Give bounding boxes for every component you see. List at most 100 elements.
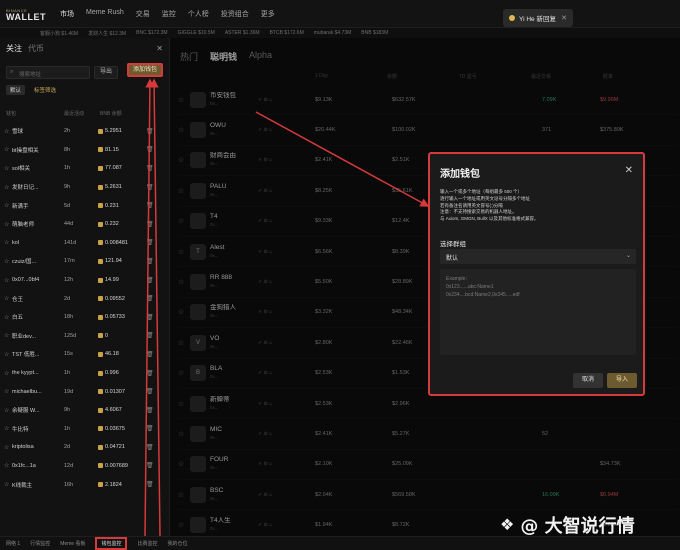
ticker-item[interactable]: mubarak $4.73M bbox=[314, 30, 352, 36]
list-item[interactable]: ☆ 仓王 2d 0.09552 🗑 bbox=[4, 289, 166, 308]
col-wallet[interactable]: 钱包 bbox=[6, 110, 64, 117]
add-wallet-button[interactable]: 添加钱包 bbox=[127, 63, 163, 77]
list-item[interactable]: ☆ 白五 18h 0.05733 🗑 bbox=[4, 308, 166, 327]
star-icon[interactable]: ☆ bbox=[4, 258, 12, 265]
ticker-item[interactable]: 客服小狗 $1.46M bbox=[40, 30, 78, 37]
notification-pill[interactable]: Yi He 新回复 ✕ bbox=[503, 9, 573, 27]
col-last-active[interactable]: 最近活动 bbox=[64, 110, 100, 117]
trash-icon[interactable]: 🗑 bbox=[146, 314, 154, 321]
nav-rank[interactable]: 个人榜 bbox=[188, 9, 209, 19]
bottom-network[interactable]: 网络 1 bbox=[6, 540, 20, 547]
list-item[interactable]: ☆ 新满手 5d 0.231 🗑 bbox=[4, 196, 166, 215]
list-item[interactable]: ☆ kol 141d 0.008481 🗑 bbox=[4, 234, 166, 253]
star-icon[interactable]: ☆ bbox=[4, 221, 12, 228]
star-icon[interactable]: ☆ bbox=[4, 351, 12, 358]
list-item[interactable]: ☆ TST 低胜... 15s 46.18 🗑 bbox=[4, 345, 166, 364]
star-icon[interactable]: ☆ bbox=[4, 295, 12, 302]
ticker-item[interactable]: ASTER $1.36M bbox=[225, 30, 260, 36]
star-icon[interactable]: ☆ bbox=[4, 202, 12, 209]
export-button[interactable]: 导出 bbox=[94, 66, 118, 79]
trash-icon[interactable]: 🗑 bbox=[146, 444, 154, 451]
trash-icon[interactable]: 🗑 bbox=[146, 332, 154, 339]
star-icon[interactable]: ☆ bbox=[4, 146, 12, 153]
list-item[interactable]: ☆ bt操盘相关 8h 81.15 🗑 bbox=[4, 141, 166, 160]
nav-monitor[interactable]: 监控 bbox=[162, 9, 176, 19]
star-icon[interactable]: ☆ bbox=[4, 444, 12, 451]
star-icon[interactable]: ☆ bbox=[4, 314, 12, 321]
trash-icon[interactable]: 🗑 bbox=[146, 128, 154, 135]
star-icon[interactable]: ☆ bbox=[4, 407, 12, 414]
star-icon[interactable]: ☆ bbox=[4, 388, 12, 395]
star-icon[interactable]: ☆ bbox=[4, 277, 12, 284]
ticker-item[interactable]: 发财人生 $12.3M bbox=[88, 30, 126, 37]
close-icon[interactable]: ✕ bbox=[625, 165, 633, 176]
tab-coin[interactable]: 代币 bbox=[28, 43, 44, 54]
bottom-my-positions[interactable]: 我的仓位 bbox=[168, 540, 188, 547]
list-item[interactable]: ☆ czuiz/国... 17m 121.94 🗑 bbox=[4, 252, 166, 271]
binance-wallet-logo[interactable]: BINANCE WALLET bbox=[6, 7, 54, 22]
trash-icon[interactable]: 🗑 bbox=[146, 221, 154, 228]
trash-icon[interactable]: 🗑 bbox=[146, 165, 154, 172]
trash-icon[interactable]: 🗑 bbox=[146, 351, 154, 358]
star-icon[interactable]: ☆ bbox=[4, 425, 12, 432]
list-item[interactable]: ☆ kriptolisa 2d 0.04721 🗑 bbox=[4, 438, 166, 457]
star-icon[interactable]: ☆ bbox=[4, 481, 12, 488]
import-button[interactable]: 导入 bbox=[607, 373, 637, 388]
trash-icon[interactable]: 🗑 bbox=[146, 425, 154, 432]
nav-trade[interactable]: 交易 bbox=[136, 9, 150, 19]
cancel-button[interactable]: 取消 bbox=[573, 373, 603, 388]
bottom-wallet-monitor[interactable]: 钱包监控 bbox=[95, 537, 128, 550]
trash-icon[interactable]: 🗑 bbox=[146, 407, 154, 414]
trash-icon[interactable]: 🗑 bbox=[146, 370, 154, 377]
tab-follow[interactable]: 关注 bbox=[6, 43, 22, 54]
list-item[interactable]: ☆ 0x1fc...1a 12d 0.007689 🗑 bbox=[4, 457, 166, 476]
list-item[interactable]: ☆ 职业dev... 125d 0 🗑 bbox=[4, 327, 166, 346]
col-bnb-balance[interactable]: BNB 余额 bbox=[100, 110, 140, 117]
ticker-item[interactable]: BNB $183M bbox=[361, 30, 388, 36]
list-item[interactable]: ☆ 发财日记... 9h 5.2631 🗑 bbox=[4, 178, 166, 197]
star-icon[interactable]: ☆ bbox=[4, 128, 12, 135]
trash-icon[interactable]: 🗑 bbox=[146, 462, 154, 469]
trash-icon[interactable]: 🗑 bbox=[146, 277, 154, 284]
list-item[interactable]: ☆ 余疑服 W... 9h 4.6067 🗑 bbox=[4, 401, 166, 420]
star-icon[interactable]: ☆ bbox=[4, 184, 12, 191]
star-icon[interactable]: ☆ bbox=[4, 462, 12, 469]
group-select[interactable]: 默认 ⌄ bbox=[440, 249, 636, 264]
trash-icon[interactable]: 🗑 bbox=[146, 388, 154, 395]
list-item[interactable]: ☆ sol相关 1h 77.087 🗑 bbox=[4, 159, 166, 178]
trash-icon[interactable]: 🗑 bbox=[146, 184, 154, 191]
nav-portfolio[interactable]: 投资组合 bbox=[221, 9, 249, 19]
trash-icon[interactable]: 🗑 bbox=[146, 202, 154, 209]
trash-icon[interactable]: 🗑 bbox=[146, 295, 154, 302]
filter-tags[interactable]: 标签筛选 bbox=[30, 85, 60, 95]
list-item[interactable]: ☆ 萌脑老师 44d 0.232 🗑 bbox=[4, 215, 166, 234]
star-icon[interactable]: ☆ bbox=[4, 165, 12, 172]
list-item[interactable]: ☆ 牛比特 1h 0.03675 🗑 bbox=[4, 420, 166, 439]
list-item[interactable]: ☆ 0x07...0bf4 12h 14.99 🗑 bbox=[4, 271, 166, 290]
filter-default[interactable]: 默认 bbox=[6, 85, 26, 95]
bottom-market-monitor[interactable]: 行情监控 bbox=[30, 540, 50, 547]
trash-icon[interactable]: 🗑 bbox=[146, 239, 154, 246]
ticker-item[interactable]: BNC $172.3M bbox=[136, 30, 167, 36]
nav-meme-rush[interactable]: Meme Rush bbox=[86, 9, 124, 19]
ticker-item[interactable]: BTCB $172.6M bbox=[270, 30, 304, 36]
list-item[interactable]: ☆ 雪球 2h 5.2951 🗑 bbox=[4, 122, 166, 141]
list-item[interactable]: ☆ K线裁主 16h 2.1824 🗑 bbox=[4, 475, 166, 494]
nav-more[interactable]: 更多 bbox=[261, 9, 275, 19]
list-item[interactable]: ☆ michaelbu... 19d 0.01307 🗑 bbox=[4, 382, 166, 401]
list-item[interactable]: ☆ the kyypt... 1h 0.996 🗑 bbox=[4, 364, 166, 383]
trash-icon[interactable]: 🗑 bbox=[146, 146, 154, 153]
trash-icon[interactable]: 🗑 bbox=[146, 481, 154, 488]
star-icon[interactable]: ☆ bbox=[4, 370, 12, 377]
search-input[interactable]: ⌕ 搜索地址 bbox=[6, 66, 90, 79]
bottom-meme-board[interactable]: Meme 看板 bbox=[60, 540, 85, 547]
bottom-match-monitor[interactable]: 比赛监控 bbox=[137, 540, 157, 547]
close-icon[interactable]: ✕ bbox=[156, 44, 163, 53]
nav-market[interactable]: 市场 bbox=[60, 9, 74, 19]
ticker-item[interactable]: GIGGLE $10.5M bbox=[178, 30, 215, 36]
trash-icon[interactable]: 🗑 bbox=[146, 258, 154, 265]
close-icon[interactable]: ✕ bbox=[561, 14, 567, 22]
address-textarea[interactable]: Example: 0x123......abc:Name1 0x234....b… bbox=[440, 269, 636, 355]
star-icon[interactable]: ☆ bbox=[4, 332, 12, 339]
star-icon[interactable]: ☆ bbox=[4, 239, 12, 246]
